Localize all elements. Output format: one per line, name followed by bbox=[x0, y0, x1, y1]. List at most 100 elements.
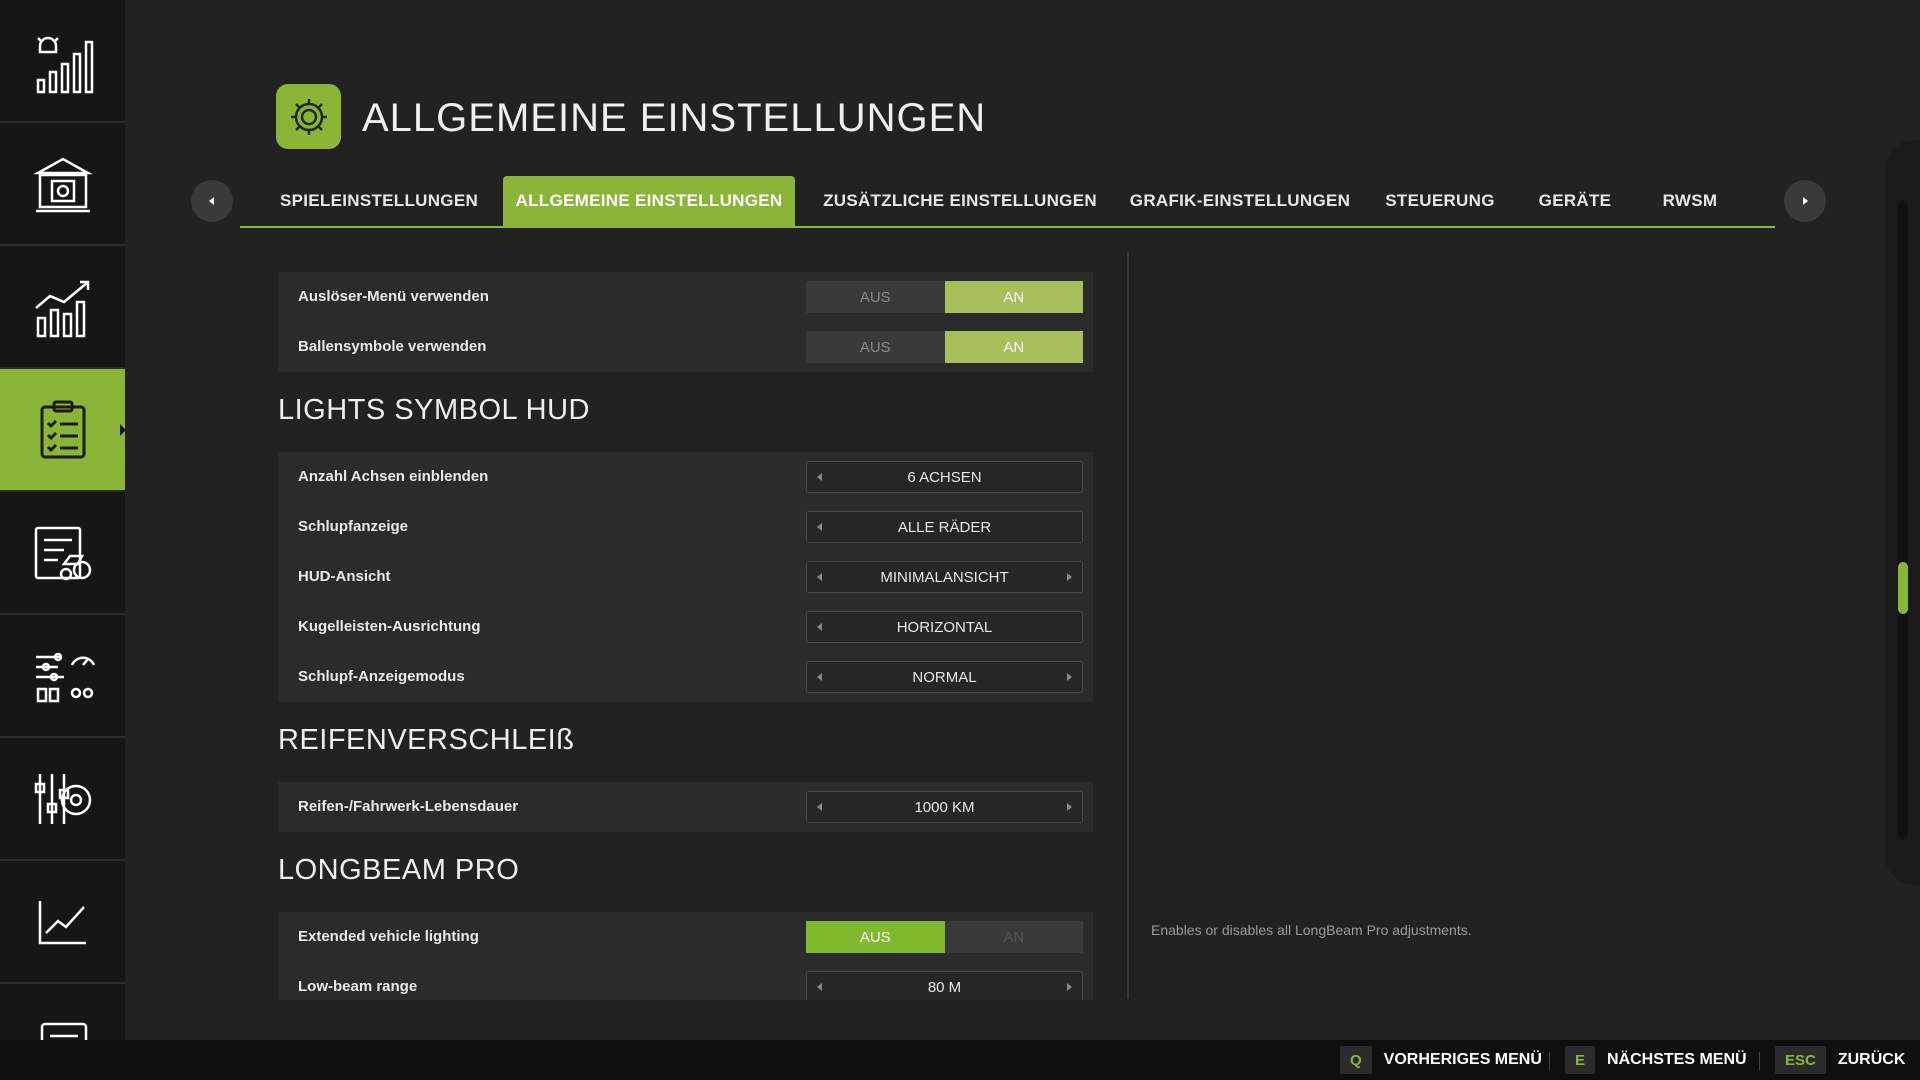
section-title-lights-symbol-hud: LIGHTS SYMBOL HUD bbox=[278, 394, 590, 426]
back-label: ZURÜCK bbox=[1837, 1051, 1906, 1068]
line-chart-icon bbox=[38, 900, 86, 944]
selector-value: 1000 KM bbox=[914, 798, 975, 816]
tab-controls[interactable]: STEUERUNG bbox=[1375, 176, 1505, 226]
setting-label: Ballensymbole verwenden bbox=[298, 338, 487, 355]
next-tab-button[interactable] bbox=[1784, 180, 1826, 222]
hud-view-selector[interactable]: MINIMALANSICHT bbox=[806, 561, 1083, 593]
toggle-off-option[interactable]: AUS bbox=[806, 281, 945, 313]
settings-screen: ALLGEMEINE EINSTELLUNGEN SPIELEINSTELLUN… bbox=[0, 0, 1920, 1080]
sidebar-item-game-settings[interactable] bbox=[0, 738, 125, 861]
extended-lighting-toggle[interactable]: AUS AN bbox=[806, 921, 1083, 953]
setting-row-hud-view: HUD-Ansicht MINIMALANSICHT bbox=[278, 552, 1093, 602]
chevron-right-icon[interactable] bbox=[1062, 570, 1076, 584]
key-e: E bbox=[1565, 1046, 1596, 1074]
vehicle-list-icon bbox=[34, 526, 91, 580]
bottom-input-bar: Q VORHERIGES MENÜ E NÄCHSTES MENÜ ESC ZU… bbox=[0, 1040, 1920, 1080]
next-menu-hint[interactable]: E NÄCHSTES MENÜ bbox=[1565, 1046, 1747, 1074]
setting-label: Auslöser-Menü verwenden bbox=[298, 288, 489, 305]
selector-value: NORMAL bbox=[912, 668, 977, 686]
prev-tab-button[interactable] bbox=[191, 180, 233, 222]
bank-icon bbox=[32, 157, 93, 212]
price-alarm-icon bbox=[36, 36, 93, 93]
separator bbox=[1549, 1052, 1550, 1070]
setting-description: Enables or disables all LongBeam Pro adj… bbox=[1151, 922, 1472, 938]
key-esc: ESC bbox=[1775, 1046, 1826, 1074]
setting-label: Schlupfanzeige bbox=[298, 518, 409, 535]
sidebar-item-settings[interactable] bbox=[0, 369, 125, 492]
sidebar-item-vehicles[interactable] bbox=[0, 492, 125, 615]
chevron-left-icon[interactable] bbox=[813, 670, 827, 684]
setting-label: Extended vehicle lighting bbox=[298, 928, 479, 945]
chevron-left-icon[interactable] bbox=[813, 470, 827, 484]
sidebar-item-charts[interactable] bbox=[0, 861, 125, 984]
low-beam-selector[interactable]: 80 M bbox=[806, 971, 1083, 1000]
arrow-left-icon bbox=[209, 197, 214, 205]
ball-orientation-selector[interactable]: HORIZONTAL bbox=[806, 611, 1083, 643]
chevron-left-icon[interactable] bbox=[813, 980, 827, 994]
key-q: Q bbox=[1340, 1046, 1372, 1074]
setting-row-axles: Anzahl Achsen einblenden 6 ACHSEN bbox=[278, 452, 1093, 502]
tire-life-selector[interactable]: 1000 KM bbox=[806, 791, 1083, 823]
chevron-left-icon[interactable] bbox=[813, 620, 827, 634]
tab-bar: SPIELEINSTELLUNGEN ALLGEMEINE EINSTELLUN… bbox=[240, 176, 1775, 228]
chevron-right-icon[interactable] bbox=[1062, 980, 1076, 994]
content-divider bbox=[1127, 252, 1129, 999]
previous-menu-label: VORHERIGES MENÜ bbox=[1383, 1051, 1542, 1068]
sidebar-item-statistics[interactable] bbox=[0, 246, 125, 369]
scrollbar-thumb[interactable] bbox=[1898, 562, 1908, 614]
setting-row-tire-life: Reifen-/Fahrwerk-Lebensdauer 1000 KM bbox=[278, 782, 1093, 832]
selector-value: HORIZONTAL bbox=[896, 618, 993, 636]
toggle-off-option[interactable]: AUS bbox=[806, 921, 945, 953]
setting-label: Schlupf-Anzeigemodus bbox=[298, 668, 465, 685]
setting-label: Kugelleisten-Ausrichtung bbox=[298, 618, 481, 635]
chevron-left-icon[interactable] bbox=[813, 570, 827, 584]
sidebar-item-tuning[interactable] bbox=[0, 615, 125, 738]
setting-row-trigger-menu: Auslöser-Menü verwenden AUS AN bbox=[278, 272, 1093, 322]
setting-label: Low-beam range bbox=[298, 978, 418, 995]
settings-gear-sliders-icon bbox=[34, 773, 91, 824]
sidebar-item-list[interactable] bbox=[0, 984, 125, 1040]
toggle-on-option[interactable]: AN bbox=[945, 921, 1084, 953]
selector-value: 6 ACHSEN bbox=[907, 468, 982, 486]
bale-symbols-toggle[interactable]: AUS AN bbox=[806, 331, 1083, 363]
chevron-left-icon[interactable] bbox=[813, 520, 827, 534]
tab-general-settings[interactable]: ALLGEMEINE EINSTELLUNGEN bbox=[503, 176, 795, 226]
separator bbox=[1759, 1052, 1760, 1070]
sidebar-item-prices[interactable] bbox=[0, 0, 125, 123]
gear-icon bbox=[290, 98, 327, 135]
selector-value: 80 M bbox=[927, 978, 962, 996]
chevron-right-icon[interactable] bbox=[1062, 800, 1076, 814]
previous-menu-hint[interactable]: Q VORHERIGES MENÜ bbox=[1340, 1046, 1542, 1074]
setting-row-ball-orientation: Kugelleisten-Ausrichtung HORIZONTAL bbox=[278, 602, 1093, 652]
clipboard-checklist-icon bbox=[40, 400, 85, 458]
sidebar-item-finances[interactable] bbox=[0, 123, 125, 246]
tab-devices[interactable]: GERÄTE bbox=[1525, 176, 1625, 226]
slip-display-selector[interactable]: ALLE RÄDER bbox=[806, 511, 1083, 543]
toggle-off-option[interactable]: AUS bbox=[806, 331, 945, 363]
back-hint[interactable]: ESC ZURÜCK bbox=[1775, 1046, 1906, 1074]
chevron-left-icon[interactable] bbox=[813, 800, 827, 814]
arrow-right-icon bbox=[1803, 197, 1808, 205]
next-menu-label: NÄCHSTES MENÜ bbox=[1607, 1051, 1747, 1068]
toggle-on-option[interactable]: AN bbox=[944, 281, 1083, 313]
axles-selector[interactable]: 6 ACHSEN bbox=[806, 461, 1083, 493]
section-title-longbeam-pro: LONGBEAM PRO bbox=[278, 854, 520, 886]
trigger-menu-toggle[interactable]: AUS AN bbox=[806, 281, 1083, 313]
tab-additional-settings[interactable]: ZUSÄTZLICHE EINSTELLUNGEN bbox=[815, 176, 1105, 226]
tab-game-settings[interactable]: SPIELEINSTELLUNGEN bbox=[240, 176, 518, 226]
setting-row-slip-mode: Schlupf-Anzeigemodus NORMAL bbox=[278, 652, 1093, 702]
setting-row-low-beam: Low-beam range 80 M bbox=[278, 962, 1093, 1000]
chevron-right-icon[interactable] bbox=[1062, 670, 1076, 684]
selector-value: MINIMALANSICHT bbox=[880, 568, 1009, 586]
list-icon bbox=[40, 1022, 87, 1040]
tab-graphics-settings[interactable]: GRAFIK-EINSTELLUNGEN bbox=[1125, 176, 1355, 226]
slip-mode-selector[interactable]: NORMAL bbox=[806, 661, 1083, 693]
statistics-icon bbox=[34, 280, 89, 337]
scrollbar-track[interactable] bbox=[1898, 200, 1908, 840]
setting-label: HUD-Ansicht bbox=[298, 568, 391, 585]
setting-row-bale-symbols: Ballensymbole verwenden AUS AN bbox=[278, 322, 1093, 372]
setting-row-extended-lighting: Extended vehicle lighting AUS AN bbox=[278, 912, 1093, 962]
tab-rwsm[interactable]: RWSM bbox=[1640, 176, 1740, 226]
page-title: ALLGEMEINE EINSTELLUNGEN bbox=[362, 96, 987, 140]
toggle-on-option[interactable]: AN bbox=[944, 331, 1083, 363]
